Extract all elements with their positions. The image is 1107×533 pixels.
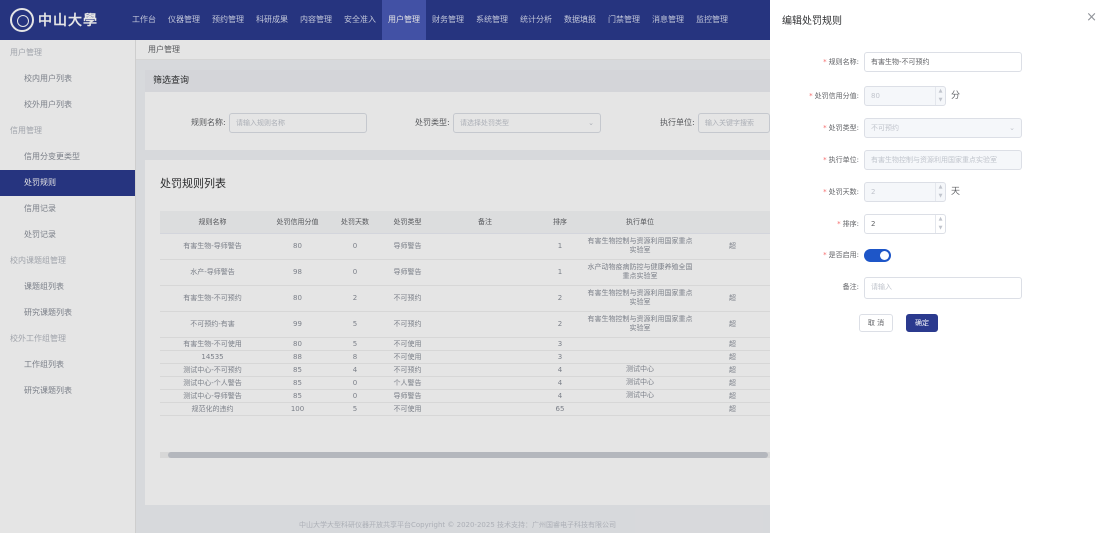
note-label: 备注: bbox=[842, 283, 859, 291]
type-label: * 处罚类型: bbox=[823, 124, 859, 132]
confirm-button[interactable]: 确定 bbox=[906, 314, 938, 332]
enabled-label: * 是否启用: bbox=[823, 251, 859, 259]
chevron-down-icon: ⌄ bbox=[1009, 124, 1015, 132]
unit-input[interactable]: 有害生物控制与资源利用国家重点实验室 bbox=[864, 150, 1022, 170]
enabled-toggle[interactable] bbox=[864, 249, 891, 262]
close-icon[interactable]: × bbox=[1086, 10, 1097, 25]
note-textarea[interactable]: 请输入 bbox=[864, 277, 1022, 299]
score-label: * 处罚信用分值: bbox=[809, 92, 859, 100]
sort-row: * 排序: 2 ▲ ▼ bbox=[770, 214, 1107, 236]
sort-label: * 排序: bbox=[837, 220, 859, 228]
cancel-button[interactable]: 取 消 bbox=[859, 314, 893, 332]
unit-row: * 执行单位: 有害生物控制与资源利用国家重点实验室 bbox=[770, 150, 1107, 172]
rule-name-label: * 规则名称: bbox=[823, 58, 859, 66]
sort-input[interactable]: 2 ▲ ▼ bbox=[864, 214, 946, 234]
enabled-row: * 是否启用: bbox=[770, 245, 1107, 267]
score-row: * 处罚信用分值: 80 ▲ ▼ 分 bbox=[770, 86, 1107, 108]
score-unit: 分 bbox=[951, 91, 961, 101]
modal-overlay[interactable] bbox=[0, 0, 770, 533]
type-row: * 处罚类型: 不可预约 ⌄ bbox=[770, 118, 1107, 140]
rule-name-row: * 规则名称: 有害生物-不可预约 bbox=[770, 52, 1107, 74]
stepper-icon[interactable]: ▲ ▼ bbox=[935, 215, 945, 233]
stepper-icon[interactable]: ▲ ▼ bbox=[935, 87, 945, 105]
days-input[interactable]: 2 ▲ ▼ bbox=[864, 182, 946, 202]
type-select[interactable]: 不可预约 ⌄ bbox=[864, 118, 1022, 138]
note-row: 备注: 请输入 bbox=[770, 277, 1107, 299]
rule-name-input[interactable]: 有害生物-不可预约 bbox=[864, 52, 1022, 72]
drawer-title: 编辑处罚规则 bbox=[782, 16, 842, 27]
days-row: * 处罚天数: 2 ▲ ▼ 天 bbox=[770, 182, 1107, 204]
days-unit: 天 bbox=[951, 187, 961, 197]
stepper-icon[interactable]: ▲ ▼ bbox=[935, 183, 945, 201]
edit-rule-drawer: 编辑处罚规则 × * 规则名称: 有害生物-不可预约 * 处罚信用分值: 80 ▲ ▼ … bbox=[770, 0, 1107, 533]
days-label: * 处罚天数: bbox=[823, 188, 859, 196]
score-input[interactable]: 80 ▲ ▼ bbox=[864, 86, 946, 106]
unit-label: * 执行单位: bbox=[823, 156, 859, 164]
